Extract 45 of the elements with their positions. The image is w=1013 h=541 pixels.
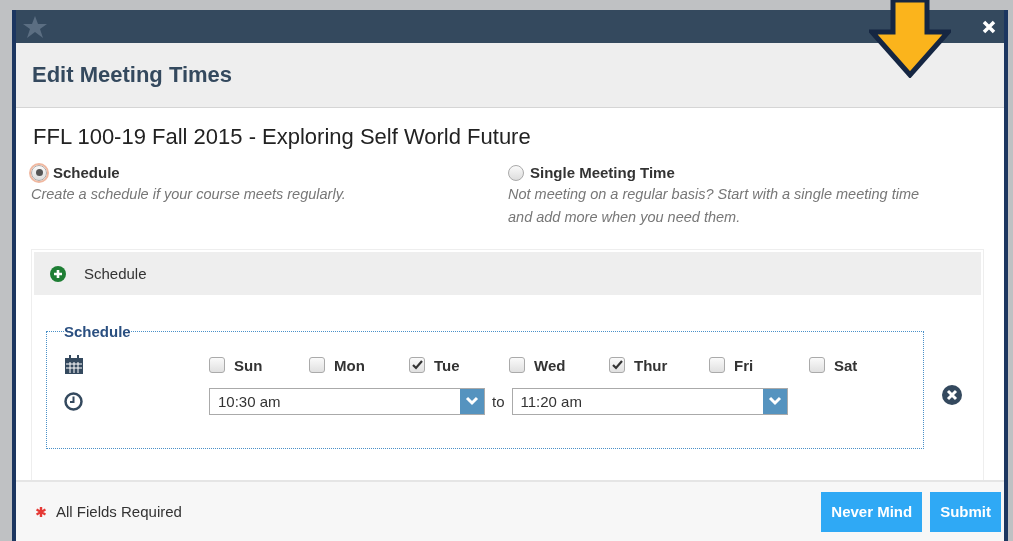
radio-button[interactable] bbox=[31, 164, 47, 181]
day-checkbox[interactable]: Fri bbox=[709, 356, 809, 374]
checkbox[interactable] bbox=[509, 357, 525, 373]
option-label: Single Meeting Time bbox=[530, 164, 675, 181]
chevron-down-icon bbox=[465, 396, 479, 406]
required-note: All Fields Required bbox=[56, 503, 183, 520]
day-checkbox[interactable]: Wed bbox=[509, 356, 609, 374]
day-label: Tue bbox=[434, 356, 460, 374]
time-select[interactable]: 11:20 am bbox=[511, 387, 788, 415]
course-title: FFL 100-19 Fall 2015 - Exploring Self World Future bbox=[33, 124, 532, 150]
checkbox[interactable] bbox=[409, 357, 425, 373]
day-label: Wed bbox=[534, 356, 566, 374]
option-description: Not meeting on a regular basis? Start with a single meeting time and add more when you need them. bbox=[508, 185, 921, 227]
day-checkbox[interactable]: Sat bbox=[809, 356, 909, 374]
required-asterisk-icon bbox=[36, 506, 46, 517]
close-icon[interactable] bbox=[982, 19, 996, 34]
dialog-title: Edit Meeting Times bbox=[32, 62, 233, 88]
checkbox[interactable] bbox=[309, 357, 325, 373]
day-checkbox[interactable]: Sun bbox=[209, 356, 309, 374]
checkbox[interactable] bbox=[609, 357, 625, 373]
day-label: Mon bbox=[334, 356, 365, 374]
day-checkbox[interactable]: Thur bbox=[609, 356, 709, 374]
day-label: Thur bbox=[634, 356, 668, 374]
star-logo-icon bbox=[22, 14, 48, 39]
radio-button[interactable] bbox=[508, 164, 524, 181]
day-checkbox[interactable]: Tue bbox=[409, 356, 509, 374]
option-description: Create a schedule if your course meets regularly. bbox=[31, 185, 347, 204]
checkbox[interactable] bbox=[209, 357, 225, 373]
day-label: Fri bbox=[734, 356, 754, 374]
day-label: Sat bbox=[834, 356, 858, 374]
clock-icon bbox=[64, 391, 83, 411]
day-checkbox[interactable]: Mon bbox=[309, 356, 409, 374]
schedule-legend: Schedule bbox=[64, 323, 131, 340]
time-select[interactable]: 10:30 am bbox=[209, 387, 485, 415]
day-label: Sun bbox=[234, 356, 263, 374]
calendar-icon bbox=[64, 355, 84, 375]
checkbox[interactable] bbox=[709, 357, 725, 373]
chevron-down-icon bbox=[767, 396, 782, 406]
add-icon[interactable] bbox=[50, 265, 66, 282]
option-label: Schedule bbox=[53, 164, 120, 181]
add-schedule-label[interactable]: Schedule bbox=[84, 265, 147, 282]
down-arrow-icon bbox=[869, 0, 951, 78]
checkbox[interactable] bbox=[809, 357, 825, 373]
to-label: to bbox=[492, 392, 505, 410]
remove-icon[interactable] bbox=[942, 385, 962, 405]
